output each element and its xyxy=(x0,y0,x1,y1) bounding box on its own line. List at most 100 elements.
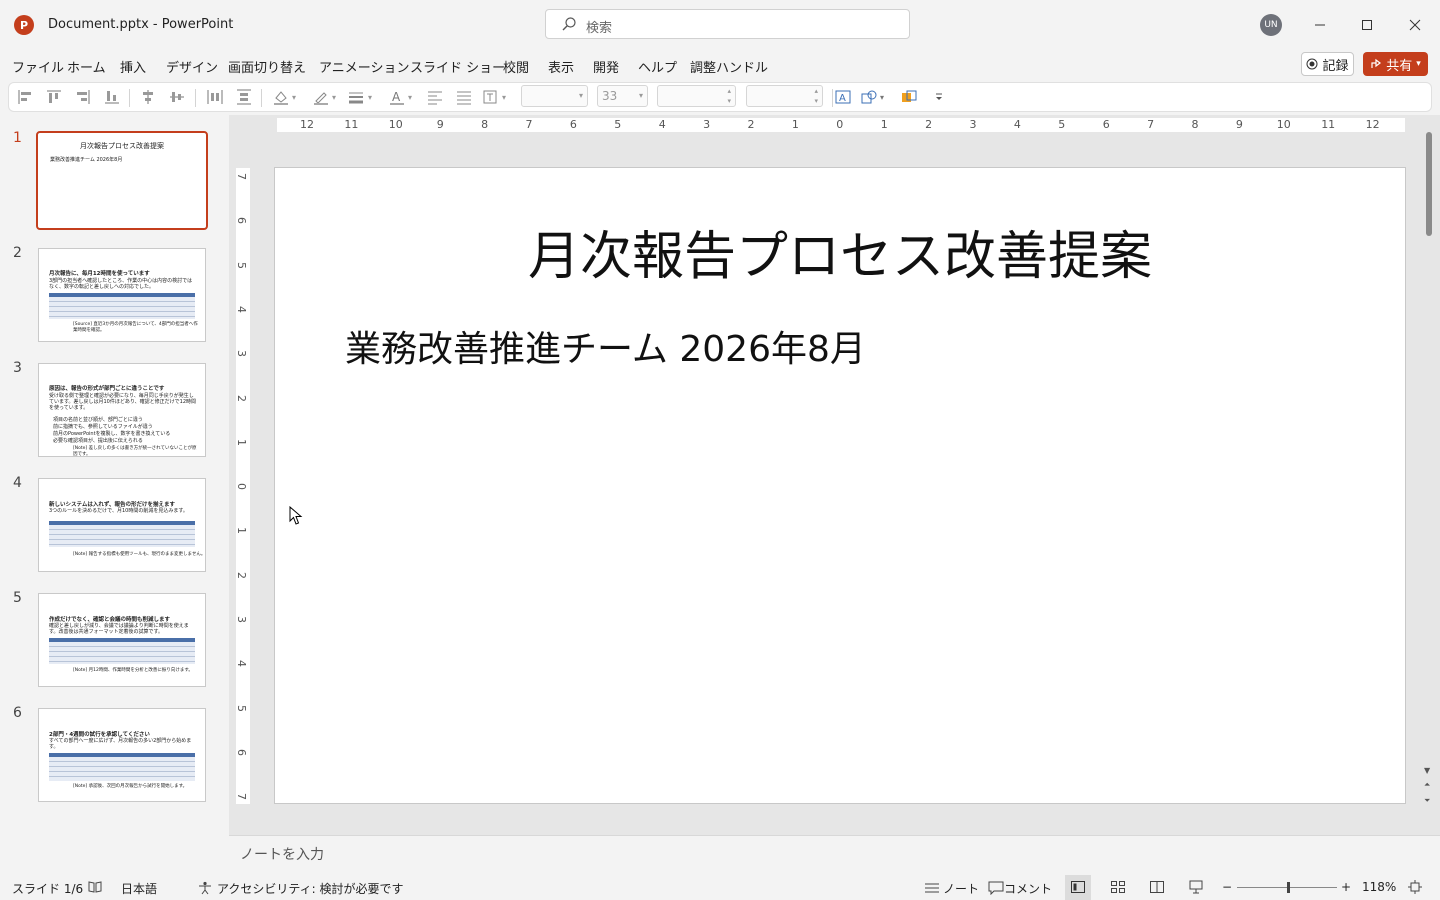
ruler-tick-label: 2 xyxy=(235,571,248,579)
slide-subtitle[interactable]: 業務改善推進チーム 2026年8月 xyxy=(345,320,866,372)
distribute-horizontal-icon[interactable] xyxy=(205,87,225,107)
align-middle-icon[interactable] xyxy=(167,87,187,107)
previous-slide-icon[interactable]: ⏶ xyxy=(1424,780,1430,790)
notes-icon[interactable] xyxy=(924,881,940,893)
chevron-down-icon[interactable]: ▾ xyxy=(405,87,415,107)
align-bottom-icon[interactable] xyxy=(102,87,122,107)
chevron-down-icon[interactable]: ▾ xyxy=(877,87,887,107)
notes-pane[interactable]: ノートを入力 xyxy=(229,835,1440,876)
powerpoint-logo-icon: P xyxy=(14,15,34,35)
tab-shape-format[interactable]: 調整ハンドル xyxy=(690,57,768,76)
tab-view[interactable]: 表示 xyxy=(548,57,574,76)
align-center-icon[interactable] xyxy=(138,87,158,107)
ruler-tick-label: 9 xyxy=(436,118,444,131)
reading-view-icon[interactable] xyxy=(1150,881,1164,893)
close-button[interactable] xyxy=(1400,10,1430,40)
ruler-tick-label: 0 xyxy=(836,118,844,131)
fit-to-window-icon[interactable] xyxy=(1408,880,1422,894)
next-slide-icon[interactable]: ⏷ xyxy=(1424,796,1430,806)
zoom-level[interactable]: 118% xyxy=(1362,880,1396,894)
ruler-tick-label: 2 xyxy=(235,394,248,402)
text-align-left-icon[interactable] xyxy=(425,87,445,107)
slide-thumbnail-5[interactable]: 作成だけでなく、確認と会議の時間も削減します 確認と差し戻しが減り、会議では議論… xyxy=(38,593,206,687)
slide-number: 2 xyxy=(13,245,22,261)
slide-thumbnail-4[interactable]: 新しいシステムは入れず、報告の形だけを揃えます 3つのルールを決めるだけで、月1… xyxy=(38,478,206,572)
scroll-down-icon[interactable]: ▼ xyxy=(1424,766,1430,775)
zoom-slider-thumb[interactable] xyxy=(1287,882,1290,893)
tab-home[interactable]: ホーム xyxy=(67,57,106,76)
slide-canvas[interactable]: 月次報告プロセス改善提案 業務改善推進チーム 2026年8月 xyxy=(274,167,1406,804)
thumb-body: すべての部門へ一度に広げず、月次報告の多い2部門から始めます。 xyxy=(49,738,192,750)
language-indicator[interactable]: 日本語 xyxy=(121,880,157,897)
avatar[interactable]: UN xyxy=(1260,14,1282,36)
chevron-down-icon[interactable]: ▾ xyxy=(289,87,299,107)
notes-toggle-button[interactable]: ノート xyxy=(943,880,979,897)
scrollbar-thumb[interactable] xyxy=(1426,132,1432,236)
status-bar: スライド 1/6 日本語 アクセシビリティ: 検討が必要です ノート コメント … xyxy=(0,875,1440,900)
slide-thumbnail-6[interactable]: 2部門・4週間の試行を承認してください すべての部門へ一度に広げず、月次報告の多… xyxy=(38,708,206,802)
chevron-down-icon[interactable]: ▾ xyxy=(499,87,509,107)
comments-button[interactable]: コメント xyxy=(1004,880,1052,897)
shape-height-input[interactable]: ▴ ▾ xyxy=(657,85,736,107)
customize-toolbar-icon[interactable] xyxy=(929,87,949,107)
slide-sorter-icon[interactable] xyxy=(1111,881,1125,893)
share-button[interactable]: 共有 ▾ xyxy=(1363,52,1428,76)
tab-developer[interactable]: 開発 xyxy=(593,57,619,76)
text-box-icon[interactable]: A xyxy=(833,87,853,107)
align-left-icon[interactable] xyxy=(15,87,35,107)
vertical-scrollbar[interactable]: ▼ ⏶ ⏷ xyxy=(1423,130,1437,810)
tab-insert[interactable]: 挿入 xyxy=(120,57,146,76)
thumb-table-row xyxy=(49,766,195,767)
tab-review[interactable]: 校閲 xyxy=(503,57,529,76)
tab-help[interactable]: ヘルプ xyxy=(638,57,677,76)
slide-number: 1 xyxy=(13,130,22,146)
slide-thumbnail-1[interactable]: 月次報告プロセス改善提案 業務改善推進チーム 2026年8月 xyxy=(36,131,208,230)
distribute-vertical-icon[interactable] xyxy=(234,87,254,107)
align-top-icon[interactable] xyxy=(44,87,64,107)
ruler-tick-label: 11 xyxy=(1321,118,1336,131)
accessibility-status[interactable]: アクセシビリティ: 検討が必要です xyxy=(217,880,404,897)
record-button[interactable]: 記録 xyxy=(1301,52,1354,76)
align-right-icon[interactable] xyxy=(73,87,93,107)
chevron-down-icon[interactable]: ▾ xyxy=(365,87,375,107)
text-direction-icon[interactable] xyxy=(480,87,500,107)
ruler-tick-label: 2 xyxy=(925,118,933,131)
maximize-button[interactable] xyxy=(1352,10,1382,40)
slide-thumbnail-2[interactable]: 月次報告に、毎月12時間を使っています 3部門の担当者へ確認したところ、作業の中… xyxy=(38,248,206,342)
line-weight-icon[interactable] xyxy=(346,87,366,107)
tab-slideshow[interactable]: スライド ショー xyxy=(410,57,505,76)
slideshow-icon[interactable] xyxy=(1189,880,1203,894)
zoom-out-button[interactable]: − xyxy=(1222,880,1232,894)
font-color-icon[interactable]: A xyxy=(387,87,407,107)
thumb-table xyxy=(49,521,195,547)
arrange-icon[interactable] xyxy=(900,87,920,107)
ruler-tick-label: 12 xyxy=(300,118,314,131)
spelling-check-icon[interactable] xyxy=(88,881,102,893)
shape-width-input[interactable]: ▴ ▾ xyxy=(746,85,823,107)
thumb-note: [Note] 報告する指標も使用ツールも、現行のまま変更しません。 xyxy=(73,552,206,557)
mouse-cursor-icon xyxy=(289,506,303,526)
shape-fill-icon[interactable] xyxy=(271,87,291,107)
slide-thumbnail-3[interactable]: 原因は、報告の形式が部門ごとに違うことです 受け取る側で整理と確認が必要になり、… xyxy=(38,363,206,457)
tab-transitions[interactable]: 画面切り替え xyxy=(228,57,306,76)
tab-animations[interactable]: アニメーション xyxy=(319,57,409,76)
font-size-select[interactable]: 33 ▾ xyxy=(597,85,648,107)
font-family-select[interactable]: ▾ xyxy=(521,85,588,107)
accessibility-icon[interactable] xyxy=(198,881,212,895)
minimize-button[interactable] xyxy=(1305,10,1335,40)
svg-text:A: A xyxy=(839,93,846,104)
text-justify-icon[interactable] xyxy=(454,87,474,107)
comment-icon[interactable] xyxy=(988,881,1004,895)
zoom-in-button[interactable]: + xyxy=(1341,880,1351,894)
tab-file[interactable]: ファイル xyxy=(12,57,64,76)
search-input[interactable]: 検索 xyxy=(545,9,910,39)
slide-title[interactable]: 月次報告プロセス改善提案 xyxy=(275,214,1405,289)
thumb-table-row xyxy=(49,301,195,302)
slide-counter: スライド 1/6 xyxy=(12,882,84,896)
shapes-icon[interactable] xyxy=(859,87,879,107)
tab-design[interactable]: デザイン xyxy=(166,57,218,76)
chevron-down-icon[interactable]: ▾ xyxy=(329,87,339,107)
shape-outline-icon[interactable] xyxy=(311,87,331,107)
normal-view-button[interactable] xyxy=(1065,875,1091,900)
title-bar: P Document.pptx - PowerPoint 検索 UN xyxy=(0,0,1440,50)
